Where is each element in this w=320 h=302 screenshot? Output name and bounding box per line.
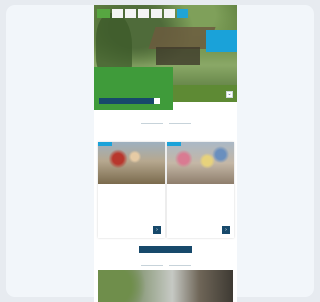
all-news-button[interactable]: [139, 246, 192, 253]
news-body: [171, 188, 230, 191]
nav-item-3[interactable]: [138, 9, 149, 18]
chevron-down-icon[interactable]: ⌄: [226, 91, 233, 98]
arrow-right-icon[interactable]: ›: [153, 226, 161, 234]
nav-item-5[interactable]: [164, 9, 175, 18]
news-card[interactable]: ›: [167, 142, 234, 238]
logo[interactable]: [97, 9, 110, 18]
news-image: [167, 142, 234, 184]
section-image: [98, 270, 233, 302]
website-preview: ⌄ › ›: [94, 5, 237, 302]
arrow-right-icon[interactable]: [154, 98, 160, 104]
second-section-title: [94, 263, 237, 267]
arrow-right-icon[interactable]: ›: [222, 226, 230, 234]
news-image: [98, 142, 165, 184]
hero-panel: [94, 67, 173, 110]
news-body: [102, 188, 161, 191]
hero-badge[interactable]: [206, 30, 237, 52]
nav-item-2[interactable]: [125, 9, 136, 18]
hero-cta-button[interactable]: [99, 98, 159, 104]
top-navigation: [94, 9, 188, 18]
nav-item-4[interactable]: [151, 9, 162, 18]
nav-item-active[interactable]: [177, 9, 188, 18]
farmhouse: [156, 47, 200, 65]
news-card[interactable]: ›: [98, 142, 165, 238]
news-section-title: [94, 121, 237, 125]
category-strip: [167, 142, 181, 146]
nav-item-1[interactable]: [112, 9, 123, 18]
category-strip: [98, 142, 112, 146]
